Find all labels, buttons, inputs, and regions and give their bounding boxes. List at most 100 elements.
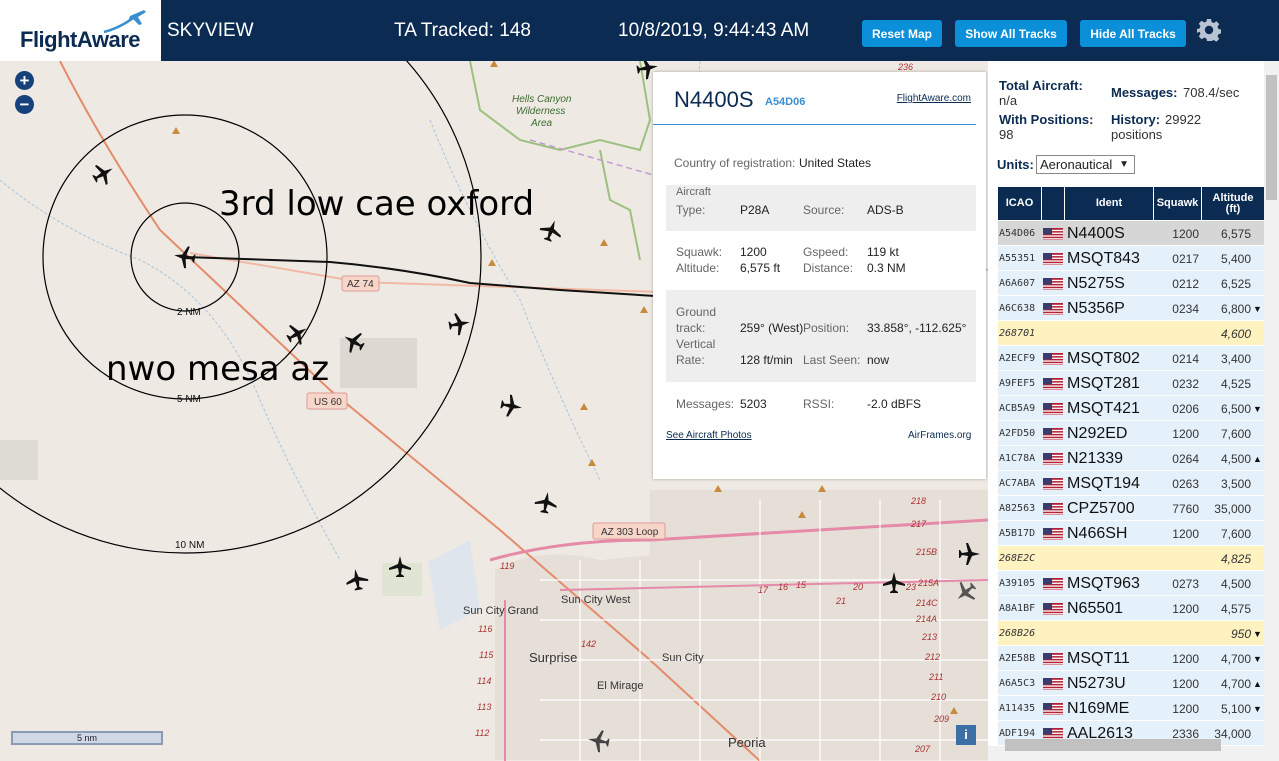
cell-altitude: 4,500 bbox=[1220, 576, 1251, 591]
cell-alt-trend bbox=[1253, 546, 1264, 571]
cell-icao: AC7ABA bbox=[999, 478, 1036, 489]
table-row[interactable]: A2ECF9 MSQT802 0214 3,400 bbox=[998, 346, 1264, 371]
source-value: ADS-B bbox=[867, 203, 904, 217]
table-row[interactable]: AC7ABA MSQT194 0263 3,500 bbox=[998, 471, 1264, 496]
table-row[interactable]: A2FD50 N292ED 1200 7,600 bbox=[998, 421, 1264, 446]
cell-altitude: 3,500 bbox=[1220, 476, 1251, 491]
cell-squawk: 0217 bbox=[1172, 251, 1199, 266]
cell-alt-trend bbox=[1253, 471, 1264, 496]
table-row[interactable]: A8A1BF N65501 1200 4,575 bbox=[998, 596, 1264, 621]
cell-altitude: 950 bbox=[1230, 626, 1251, 641]
cell-squawk: 1200 bbox=[1172, 701, 1199, 716]
cell-altitude: 3,400 bbox=[1220, 351, 1251, 366]
table-row[interactable]: A82563 CPZ5700 7760 35,000 bbox=[998, 496, 1264, 521]
ring-label: 5 NM bbox=[177, 394, 201, 405]
rssi-value: -2.0 dBFS bbox=[867, 397, 922, 411]
svg-text:215B: 215B bbox=[915, 547, 937, 557]
units-select[interactable]: Aeronautical ▼ bbox=[1036, 155, 1135, 174]
info-button[interactable]: i bbox=[956, 725, 976, 745]
table-row[interactable]: 268E2C 4,825 bbox=[998, 546, 1264, 571]
route-label: 236 bbox=[897, 62, 913, 72]
table-row[interactable]: A6C638 N5356P 0234 6,800 ▼ bbox=[998, 296, 1264, 321]
with-positions-value: 98 bbox=[999, 127, 1014, 142]
svg-text:207: 207 bbox=[914, 744, 931, 754]
cell-alt-trend bbox=[1253, 271, 1264, 296]
table-row[interactable]: 268701 4,600 bbox=[998, 321, 1264, 346]
last-seen-label: Last Seen: bbox=[803, 353, 861, 367]
ground-track-label: track: bbox=[676, 321, 706, 335]
hide-all-tracks-button[interactable]: Hide All Tracks bbox=[1080, 20, 1186, 47]
road-shield: AZ 74 bbox=[347, 279, 374, 290]
svg-text:211: 211 bbox=[928, 672, 943, 682]
sidebar-hscroll-thumb[interactable] bbox=[1005, 739, 1221, 751]
us-flag-icon bbox=[1043, 296, 1063, 321]
aircraft-photos-link[interactable]: See Aircraft Photos bbox=[666, 430, 752, 441]
svg-text:114: 114 bbox=[477, 676, 491, 686]
table-row[interactable]: A54D06 N4400S 1200 6,575 bbox=[998, 221, 1264, 246]
airframes-link[interactable]: AirFrames.org bbox=[908, 430, 971, 441]
table-row[interactable]: A6A5C3 N5273U 1200 4,700 ▲ bbox=[998, 671, 1264, 696]
zoom-out-button[interactable]: − bbox=[15, 95, 34, 114]
cell-altitude: 4,700 bbox=[1220, 676, 1251, 691]
cell-icao: A6C638 bbox=[999, 303, 1036, 314]
popup-ident: N4400S bbox=[674, 87, 754, 112]
total-aircraft-label: Total Aircraft: bbox=[999, 78, 1083, 93]
cell-ident: MSQT194 bbox=[1067, 474, 1140, 492]
cell-alt-trend: ▼ bbox=[1253, 703, 1262, 714]
table-row[interactable]: A6A607 N5275S 0212 6,525 bbox=[998, 271, 1264, 296]
us-flag-icon bbox=[1043, 346, 1063, 371]
sidebar-scroll-thumb[interactable] bbox=[1266, 75, 1277, 200]
table-row[interactable]: A9FEF5 MSQT281 0232 4,525 bbox=[998, 371, 1264, 396]
cell-icao: 268701 bbox=[999, 328, 1036, 339]
svg-text:112: 112 bbox=[475, 728, 489, 738]
us-flag-icon bbox=[1043, 396, 1063, 421]
cell-icao: A2E58B bbox=[999, 653, 1036, 664]
gear-icon[interactable] bbox=[1197, 18, 1221, 42]
us-flag-icon bbox=[1043, 371, 1063, 396]
cell-squawk: 0263 bbox=[1172, 476, 1199, 491]
table-row[interactable]: A1C78A N21339 0264 4,500 ▲ bbox=[998, 446, 1264, 471]
table-row[interactable]: A11435 N169ME 1200 5,100 ▼ bbox=[998, 696, 1264, 721]
position-value: 33.858°, -112.625° bbox=[867, 321, 967, 335]
col-altitude[interactable]: Altitude (ft) bbox=[1202, 187, 1264, 220]
header-bar: FlightAware SKYVIEW TA Tracked: 148 10/8… bbox=[0, 0, 1279, 61]
table-row[interactable]: ACB5A9 MSQT421 0206 6,500 ▼ bbox=[998, 396, 1264, 421]
cell-alt-trend bbox=[1253, 721, 1264, 746]
table-row[interactable]: A2E58B MSQT11 1200 4,700 ▼ bbox=[998, 646, 1264, 671]
col-altitude-line1: Altitude bbox=[1212, 191, 1254, 204]
col-ident[interactable]: Ident bbox=[1065, 187, 1153, 220]
table-row[interactable]: A55351 MSQT843 0217 5,400 bbox=[998, 246, 1264, 271]
gspeed-value: 119 kt bbox=[867, 245, 899, 259]
cell-altitude: 6,525 bbox=[1220, 276, 1251, 291]
cell-altitude: 6,575 bbox=[1220, 226, 1251, 241]
col-flag[interactable] bbox=[1042, 187, 1064, 220]
col-icao[interactable]: ICAO bbox=[998, 187, 1041, 220]
messages-rate-value: 708.4/sec bbox=[1183, 85, 1240, 100]
table-row[interactable]: A5B17D N466SH 1200 7,600 bbox=[998, 521, 1264, 546]
altitude-label: Altitude: bbox=[676, 261, 720, 275]
gspeed-label: Gspeed: bbox=[803, 245, 849, 259]
cell-icao: A1C78A bbox=[999, 453, 1036, 464]
history-label: History: bbox=[1111, 112, 1161, 127]
cell-ident: MSQT421 bbox=[1067, 399, 1140, 417]
aircraft-icon bbox=[539, 220, 561, 242]
reset-map-button[interactable]: Reset Map bbox=[862, 20, 942, 47]
cell-alt-trend: ▼ bbox=[1253, 303, 1262, 314]
svg-text:21: 21 bbox=[835, 596, 846, 606]
place-label: Wilderness bbox=[516, 106, 565, 117]
table-row[interactable]: 268B26 950 ▼ bbox=[998, 621, 1264, 646]
cell-squawk: 0214 bbox=[1172, 351, 1199, 366]
cell-ident: MSQT281 bbox=[1067, 374, 1140, 392]
cell-icao: A11435 bbox=[999, 703, 1036, 714]
cell-alt-trend bbox=[1253, 246, 1264, 271]
cell-altitude: 4,600 bbox=[1220, 326, 1251, 341]
flightaware-link[interactable]: FlightAware.com bbox=[897, 93, 971, 104]
cell-ident: CPZ5700 bbox=[1067, 499, 1135, 517]
position-label: Position: bbox=[803, 321, 850, 335]
col-squawk[interactable]: Squawk bbox=[1154, 187, 1201, 220]
table-row[interactable]: A39105 MSQT963 0273 4,500 bbox=[998, 571, 1264, 596]
show-all-tracks-button[interactable]: Show All Tracks bbox=[955, 20, 1067, 47]
cell-squawk: 0234 bbox=[1172, 301, 1199, 316]
flightaware-logo[interactable]: FlightAware bbox=[0, 0, 163, 61]
zoom-in-button[interactable]: + bbox=[15, 71, 34, 90]
